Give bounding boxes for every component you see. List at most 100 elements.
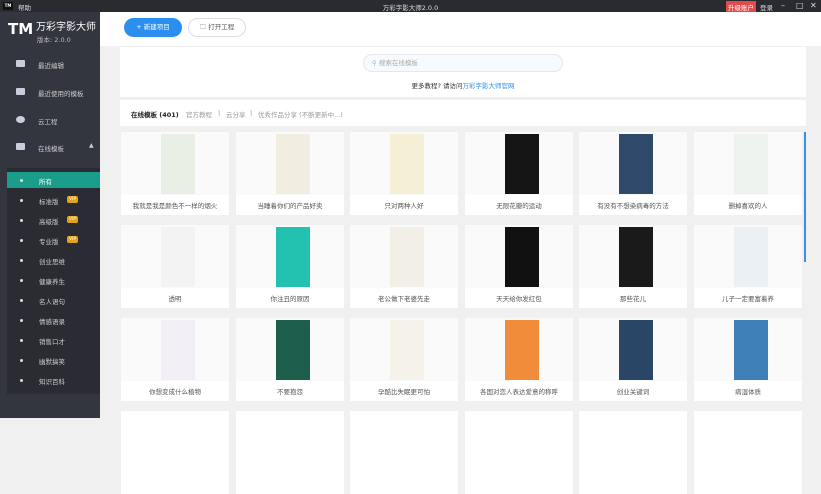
template-preview <box>161 320 195 380</box>
tab-separator: | <box>218 109 221 117</box>
tab[interactable]: 在线模板 (401) <box>131 109 179 119</box>
template-card[interactable]: 只对两种人好 <box>350 132 458 215</box>
minimize-button[interactable]: – <box>781 1 785 10</box>
login-button[interactable]: 登录 <box>760 2 773 12</box>
cloud-icon <box>16 116 25 123</box>
template-caption: 无限花瓣的运动 <box>496 202 542 210</box>
template-thumbnail <box>465 132 573 195</box>
template-card[interactable]: 你注丑的原因 <box>236 225 344 308</box>
bullet-icon <box>20 199 23 202</box>
category-label: 专业版 <box>39 238 59 246</box>
category-item[interactable]: 名人语句 <box>7 292 100 308</box>
template-card[interactable]: 儿子一定要富着养 <box>694 225 802 308</box>
template-card[interactable] <box>236 411 344 494</box>
template-card[interactable]: 当睡着你们的产品好卖 <box>236 132 344 215</box>
template-card[interactable]: 各国对恋人表达爱意的称呼 <box>465 318 573 401</box>
template-card[interactable] <box>465 411 573 494</box>
template-caption: 你想变成什么植物 <box>149 388 201 396</box>
bullet-icon <box>20 219 23 222</box>
template-caption: 各国对恋人表达爱意的称呼 <box>480 388 558 396</box>
scrollbar[interactable] <box>804 132 806 262</box>
official-site-link[interactable]: 万彩字影大师官网 <box>463 82 515 90</box>
open-project-button[interactable]: 🗀 打开工程 <box>188 18 246 37</box>
search-input[interactable]: ⚲ 搜索在线模板 <box>363 54 563 72</box>
template-caption: 删掉喜欢的人 <box>728 202 768 210</box>
template-card[interactable]: 我就是我是颜色不一样的烟火 <box>121 132 229 215</box>
template-caption: 老公做下老婆先走 <box>378 295 430 303</box>
search-icon: ⚲ <box>372 59 379 67</box>
template-card[interactable]: 老公做下老婆先走 <box>350 225 458 308</box>
template-preview <box>619 320 653 380</box>
template-preview <box>390 227 424 287</box>
template-card[interactable]: 有没有不想染病毒的方法 <box>579 132 687 215</box>
category-item[interactable]: 销售口才 <box>7 332 100 348</box>
template-caption: 孕酷比失眠更可怕 <box>378 388 430 396</box>
template-card[interactable] <box>579 411 687 494</box>
template-preview <box>505 134 539 194</box>
template-card[interactable]: 不要抱怨 <box>236 318 344 401</box>
document-icon <box>16 60 25 67</box>
tab[interactable]: 优秀作品分享 (不断更新中...) <box>258 109 343 119</box>
template-card[interactable]: 天天给你发红包 <box>465 225 573 308</box>
template-preview <box>161 134 195 194</box>
template-caption: 当睡着你们的产品好卖 <box>257 202 323 210</box>
sidebar: TM 万彩字影大师 版本: 2.0.0 最近编辑 最近使用的模板 云工程 在线模… <box>0 12 100 418</box>
template-icon <box>16 143 25 150</box>
template-thumbnail <box>465 318 573 381</box>
bullet-icon <box>20 319 23 322</box>
bullet-icon <box>20 259 23 262</box>
category-item[interactable]: 情感语录 <box>7 312 100 328</box>
template-card[interactable]: 透明 <box>121 225 229 308</box>
open-label: 打开工程 <box>208 23 235 31</box>
template-thumbnail <box>350 318 458 381</box>
template-card[interactable]: 病湿体质 <box>694 318 802 401</box>
more-text: 更多教程? 请访问 <box>411 82 463 90</box>
tab[interactable]: 官方教程 <box>186 109 212 119</box>
nav-recent-edit[interactable]: 最近编辑 <box>0 54 100 74</box>
tab[interactable]: 云分享 <box>226 109 246 119</box>
category-item[interactable]: 标准版 VIP <box>7 192 100 208</box>
nav-recent-templates[interactable]: 最近使用的模板 <box>0 82 100 102</box>
template-card[interactable] <box>121 411 229 494</box>
new-project-button[interactable]: + 新建项目 <box>124 18 182 37</box>
template-preview <box>619 227 653 287</box>
template-card[interactable]: 删掉喜欢的人 <box>694 132 802 215</box>
category-item[interactable]: 健康养生 <box>7 272 100 288</box>
template-thumbnail <box>236 318 344 381</box>
template-preview <box>734 134 768 194</box>
template-preview <box>161 227 195 287</box>
close-button[interactable]: ✕ <box>810 1 817 10</box>
template-preview <box>619 134 653 194</box>
nav-cloud-projects[interactable]: 云工程 <box>0 110 100 130</box>
template-preview <box>276 227 310 287</box>
category-item[interactable]: 专业版 VIP <box>7 232 100 248</box>
template-card[interactable] <box>694 411 802 494</box>
category-item[interactable]: 所有 <box>7 172 100 188</box>
template-caption: 不要抱怨 <box>277 388 303 396</box>
template-caption: 创业关键词 <box>616 388 650 396</box>
category-item[interactable]: 知识百科 <box>7 372 100 388</box>
template-preview <box>390 320 424 380</box>
category-item[interactable]: 高级版 VIP <box>7 212 100 228</box>
template-card[interactable]: 无限花瓣的运动 <box>465 132 573 215</box>
title-bar: TM 帮助 万彩字影大师2.0.0 升级账户 登录 – □ ✕ <box>0 0 821 13</box>
category-label: 标准版 <box>39 198 59 206</box>
template-card[interactable]: 你想变成什么植物 <box>121 318 229 401</box>
nav-label: 在线模板 <box>38 145 64 153</box>
nav-online-templates[interactable]: 在线模板 ▲ <box>0 137 100 157</box>
bullet-icon <box>20 179 23 182</box>
nav-label: 云工程 <box>38 118 58 126</box>
category-item[interactable]: 幽默搞笑 <box>7 352 100 368</box>
template-preview <box>734 320 768 380</box>
category-label: 创业思维 <box>39 258 65 266</box>
template-card[interactable]: 创业关键词 <box>579 318 687 401</box>
bullet-icon <box>20 299 23 302</box>
template-card[interactable]: 孕酷比失眠更可怕 <box>350 318 458 401</box>
template-card[interactable]: 那些花儿 <box>579 225 687 308</box>
maximize-button[interactable]: □ <box>796 1 804 10</box>
brand-logo: TM <box>8 20 34 38</box>
category-item[interactable]: 创业思维 <box>7 252 100 268</box>
template-card[interactable] <box>350 411 458 494</box>
template-preview <box>390 134 424 194</box>
template-caption: 天天给你发红包 <box>496 295 542 303</box>
